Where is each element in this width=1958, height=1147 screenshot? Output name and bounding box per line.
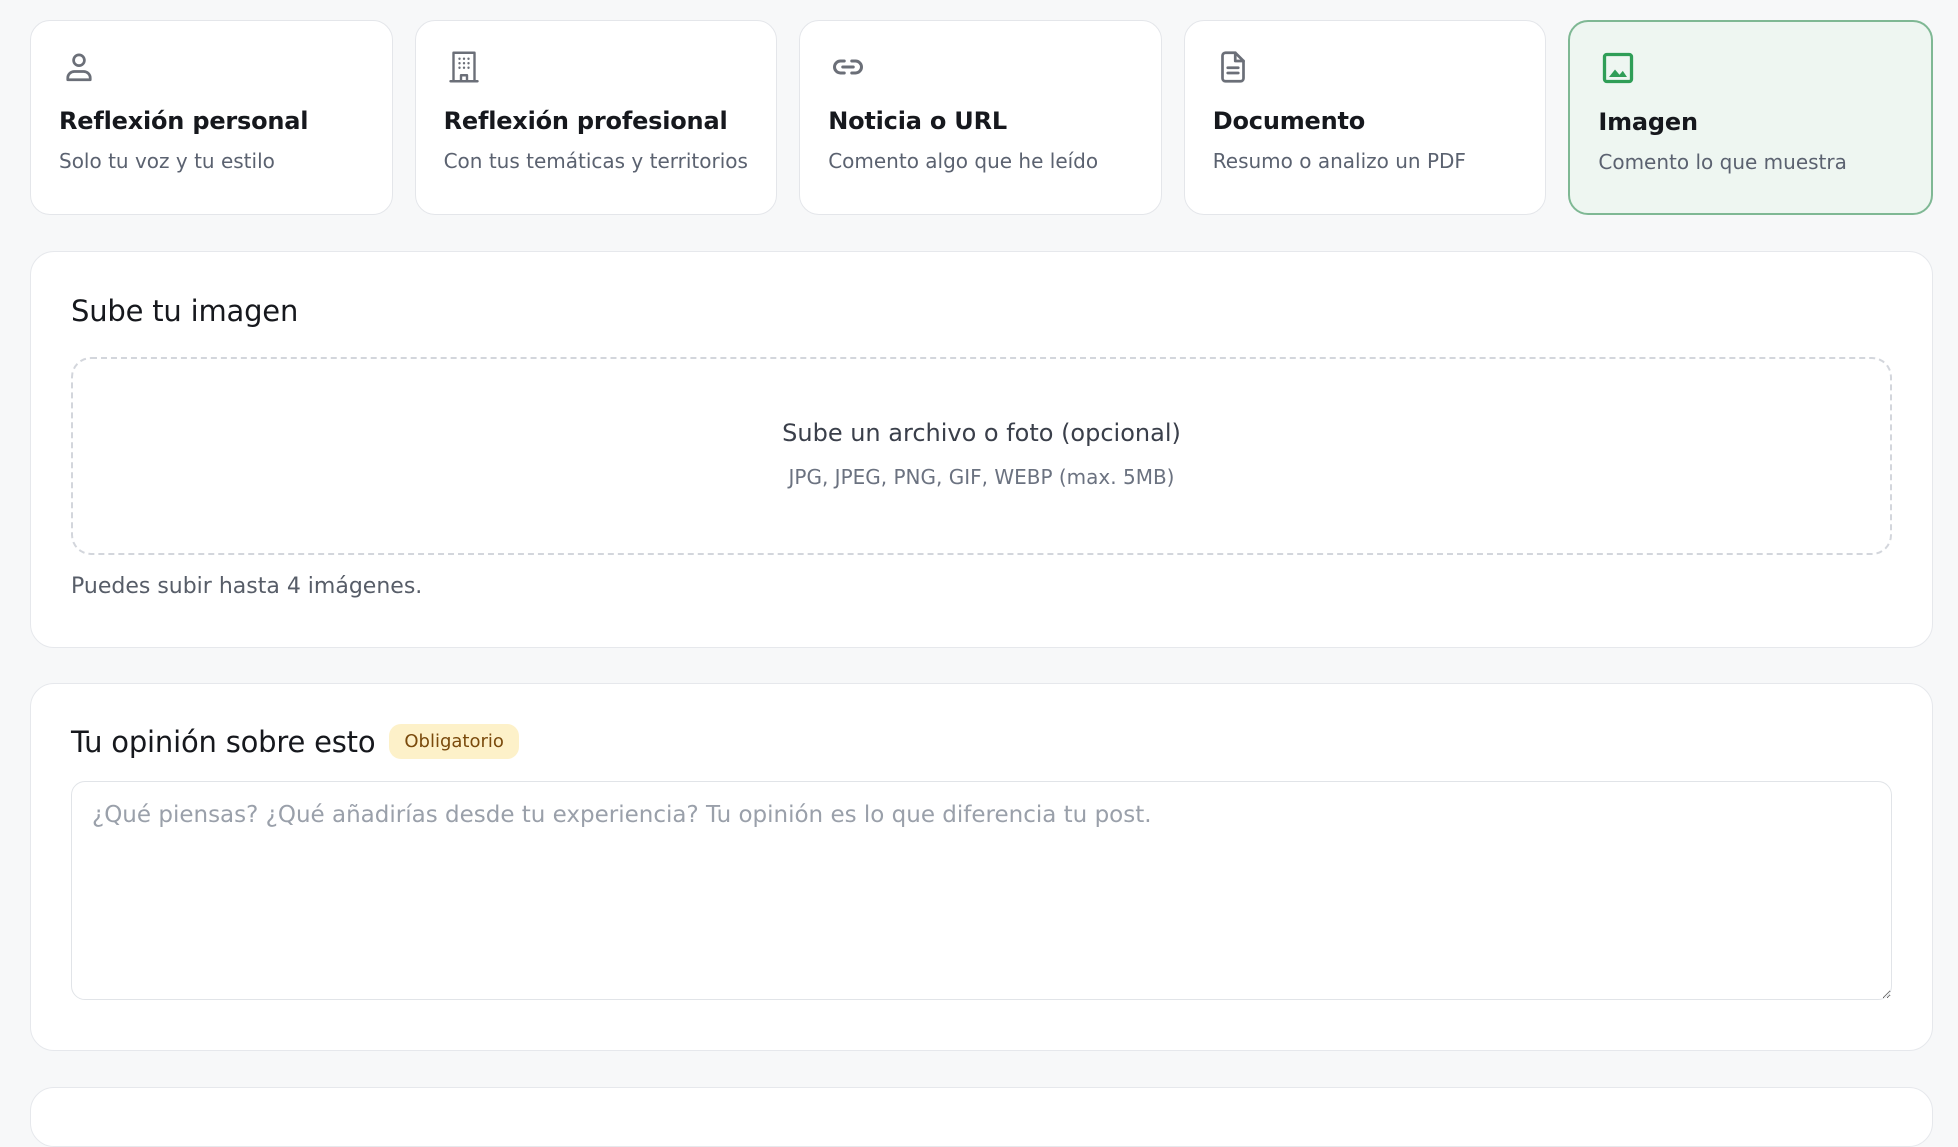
post-type-selector: Reflexión personal Solo tu voz y tu esti… [30,20,1933,215]
type-card-title: Reflexión personal [59,107,309,135]
type-card-document[interactable]: Documento Resumo o analizo un PDF [1183,20,1547,215]
type-card-title: Documento [1212,107,1366,135]
dropzone-hint: JPG, JPEG, PNG, GIF, WEBP (max. 5MB) [788,465,1175,489]
type-card-description: Comento lo que muestra [1598,150,1847,174]
image-icon [1603,52,1634,84]
dropzone-title: Sube un archivo o foto (opcional) [782,419,1181,447]
type-card-description: Comento algo que he leído [828,149,1099,173]
document-icon [1220,51,1245,83]
type-card-url[interactable]: Noticia o URL Comento algo que he leído [799,20,1162,215]
required-badge: Obligatorio [389,724,519,759]
opinion-heading-row: Tu opinión sobre esto Obligatorio [71,724,519,759]
type-card-title: Noticia o URL [828,107,1007,135]
building-icon [448,51,479,83]
type-card-image[interactable]: Imagen Comento lo que muestra [1568,20,1933,215]
type-card-title: Reflexión profesional [443,107,728,135]
upload-limit-note: Puedes subir hasta 4 imágenes. [71,574,423,599]
opinion-heading: Tu opinión sobre esto [71,724,376,759]
next-panel [30,1087,1933,1147]
type-card-description: Resumo o analizo un PDF [1212,149,1466,173]
type-card-professional[interactable]: Reflexión profesional Con tus temáticas … [414,20,778,215]
link-icon [833,59,864,75]
image-dropzone[interactable]: Sube un archivo o foto (opcional) JPG, J… [71,357,1892,555]
opinion-panel: Tu opinión sobre esto Obligatorio [30,683,1933,1051]
image-upload-panel: Sube tu imagen Sube un archivo o foto (o… [30,251,1933,648]
type-card-description: Con tus temáticas y territorios [443,149,748,173]
upload-heading: Sube tu imagen [71,294,299,328]
type-card-description: Solo tu voz y tu estilo [59,149,275,173]
person-icon [66,53,92,82]
opinion-textarea[interactable] [71,781,1892,1000]
type-card-title: Imagen [1598,108,1698,136]
type-card-personal[interactable]: Reflexión personal Solo tu voz y tu esti… [30,20,393,215]
